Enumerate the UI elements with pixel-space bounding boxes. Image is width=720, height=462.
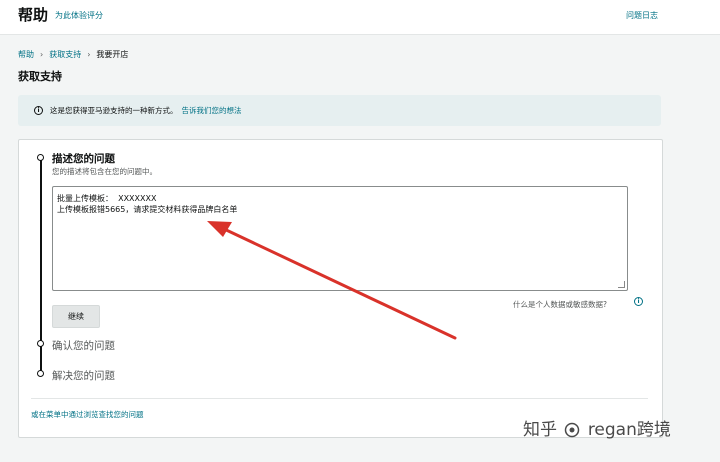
arrow-head [207, 221, 232, 237]
watermark: 知乎 regan跨境 [523, 415, 671, 440]
wechat-logo-icon [565, 422, 580, 438]
watermark-author: regan跨境 [587, 420, 671, 440]
watermark-zhihu: 知乎 [523, 420, 557, 440]
arrow-shaft [220, 226, 457, 340]
pointer-arrow [207, 221, 457, 340]
